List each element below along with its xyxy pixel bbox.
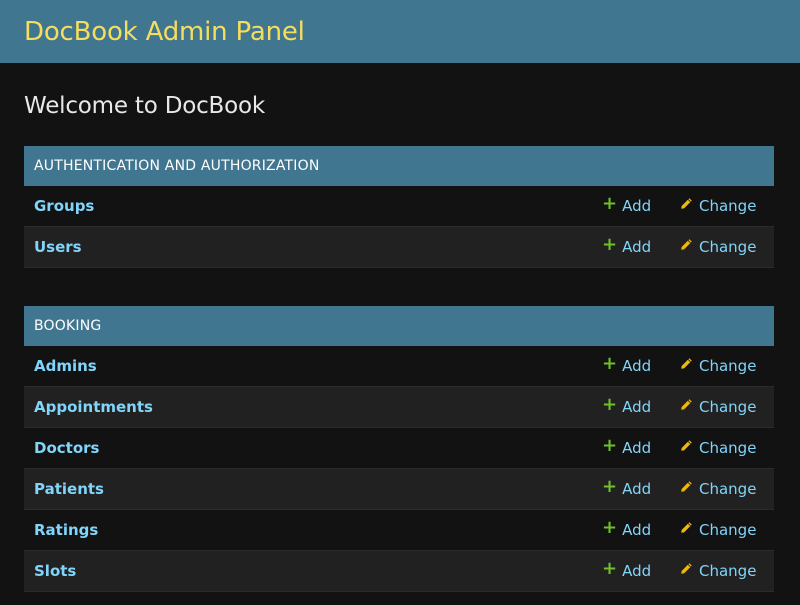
module-booking: BOOKING Admins + Add Change Appointments… bbox=[24, 306, 774, 592]
model-link-ratings[interactable]: Ratings bbox=[24, 521, 98, 539]
change-doctors-link[interactable]: Change bbox=[680, 439, 756, 457]
plus-icon: + bbox=[602, 353, 618, 374]
add-admins-link[interactable]: + Add bbox=[602, 353, 652, 376]
pencil-icon bbox=[681, 521, 692, 533]
change-label: Change bbox=[699, 357, 757, 375]
model-link-groups[interactable]: Groups bbox=[24, 197, 94, 215]
add-appointments-link[interactable]: + Add bbox=[602, 394, 652, 417]
add-label: Add bbox=[622, 357, 652, 375]
add-label: Add bbox=[622, 562, 652, 580]
change-users-link[interactable]: Change bbox=[680, 238, 756, 256]
change-label: Change bbox=[699, 480, 757, 498]
change-label: Change bbox=[699, 197, 757, 215]
pencil-icon bbox=[681, 357, 692, 369]
add-label: Add bbox=[622, 238, 652, 256]
add-slots-link[interactable]: + Add bbox=[602, 558, 652, 581]
pencil-icon bbox=[681, 562, 692, 574]
plus-icon: + bbox=[602, 435, 618, 456]
content: Welcome to DocBook AUTHENTICATION AND AU… bbox=[0, 93, 800, 592]
pencil-icon bbox=[681, 238, 692, 250]
plus-icon: + bbox=[602, 558, 618, 579]
model-row-groups: Groups + Add Change bbox=[24, 186, 774, 227]
module-caption-link[interactable]: AUTHENTICATION AND AUTHORIZATION bbox=[24, 146, 774, 186]
module-auth: AUTHENTICATION AND AUTHORIZATION Groups … bbox=[24, 146, 774, 268]
add-users-link[interactable]: + Add bbox=[602, 234, 652, 257]
add-label: Add bbox=[622, 480, 652, 498]
change-slots-link[interactable]: Change bbox=[680, 562, 756, 580]
model-link-slots[interactable]: Slots bbox=[24, 562, 76, 580]
model-link-patients[interactable]: Patients bbox=[24, 480, 104, 498]
site-name-link[interactable]: DocBook Admin Panel bbox=[24, 17, 305, 47]
model-link-users[interactable]: Users bbox=[24, 238, 82, 256]
plus-icon: + bbox=[602, 517, 618, 538]
model-row-patients: Patients + Add Change bbox=[24, 469, 774, 510]
module-caption-link[interactable]: BOOKING bbox=[24, 306, 774, 346]
model-row-doctors: Doctors + Add Change bbox=[24, 428, 774, 469]
add-label: Add bbox=[622, 439, 652, 457]
change-groups-link[interactable]: Change bbox=[680, 197, 756, 215]
model-link-appointments[interactable]: Appointments bbox=[24, 398, 153, 416]
pencil-icon bbox=[681, 197, 692, 209]
model-row-slots: Slots + Add Change bbox=[24, 551, 774, 592]
change-admins-link[interactable]: Change bbox=[680, 357, 756, 375]
header: DocBook Admin Panel bbox=[0, 0, 800, 63]
add-label: Add bbox=[622, 521, 652, 539]
add-patients-link[interactable]: + Add bbox=[602, 476, 652, 499]
model-row-admins: Admins + Add Change bbox=[24, 346, 774, 387]
add-label: Add bbox=[622, 398, 652, 416]
model-row-appointments: Appointments + Add Change bbox=[24, 387, 774, 428]
pencil-icon bbox=[681, 480, 692, 492]
model-link-admins[interactable]: Admins bbox=[24, 357, 97, 375]
change-label: Change bbox=[699, 439, 757, 457]
change-label: Change bbox=[699, 521, 757, 539]
change-appointments-link[interactable]: Change bbox=[680, 398, 756, 416]
change-label: Change bbox=[699, 238, 757, 256]
pencil-icon bbox=[681, 398, 692, 410]
add-label: Add bbox=[622, 197, 652, 215]
change-ratings-link[interactable]: Change bbox=[680, 521, 756, 539]
add-groups-link[interactable]: + Add bbox=[602, 193, 652, 216]
add-doctors-link[interactable]: + Add bbox=[602, 435, 652, 458]
add-ratings-link[interactable]: + Add bbox=[602, 517, 652, 540]
change-label: Change bbox=[699, 398, 757, 416]
model-row-ratings: Ratings + Add Change bbox=[24, 510, 774, 551]
model-row-users: Users + Add Change bbox=[24, 227, 774, 268]
plus-icon: + bbox=[602, 193, 618, 214]
plus-icon: + bbox=[602, 476, 618, 497]
plus-icon: + bbox=[602, 234, 618, 255]
plus-icon: + bbox=[602, 394, 618, 415]
model-link-doctors[interactable]: Doctors bbox=[24, 439, 99, 457]
pencil-icon bbox=[681, 439, 692, 451]
page-title: Welcome to DocBook bbox=[24, 93, 265, 119]
change-patients-link[interactable]: Change bbox=[680, 480, 756, 498]
change-label: Change bbox=[699, 562, 757, 580]
